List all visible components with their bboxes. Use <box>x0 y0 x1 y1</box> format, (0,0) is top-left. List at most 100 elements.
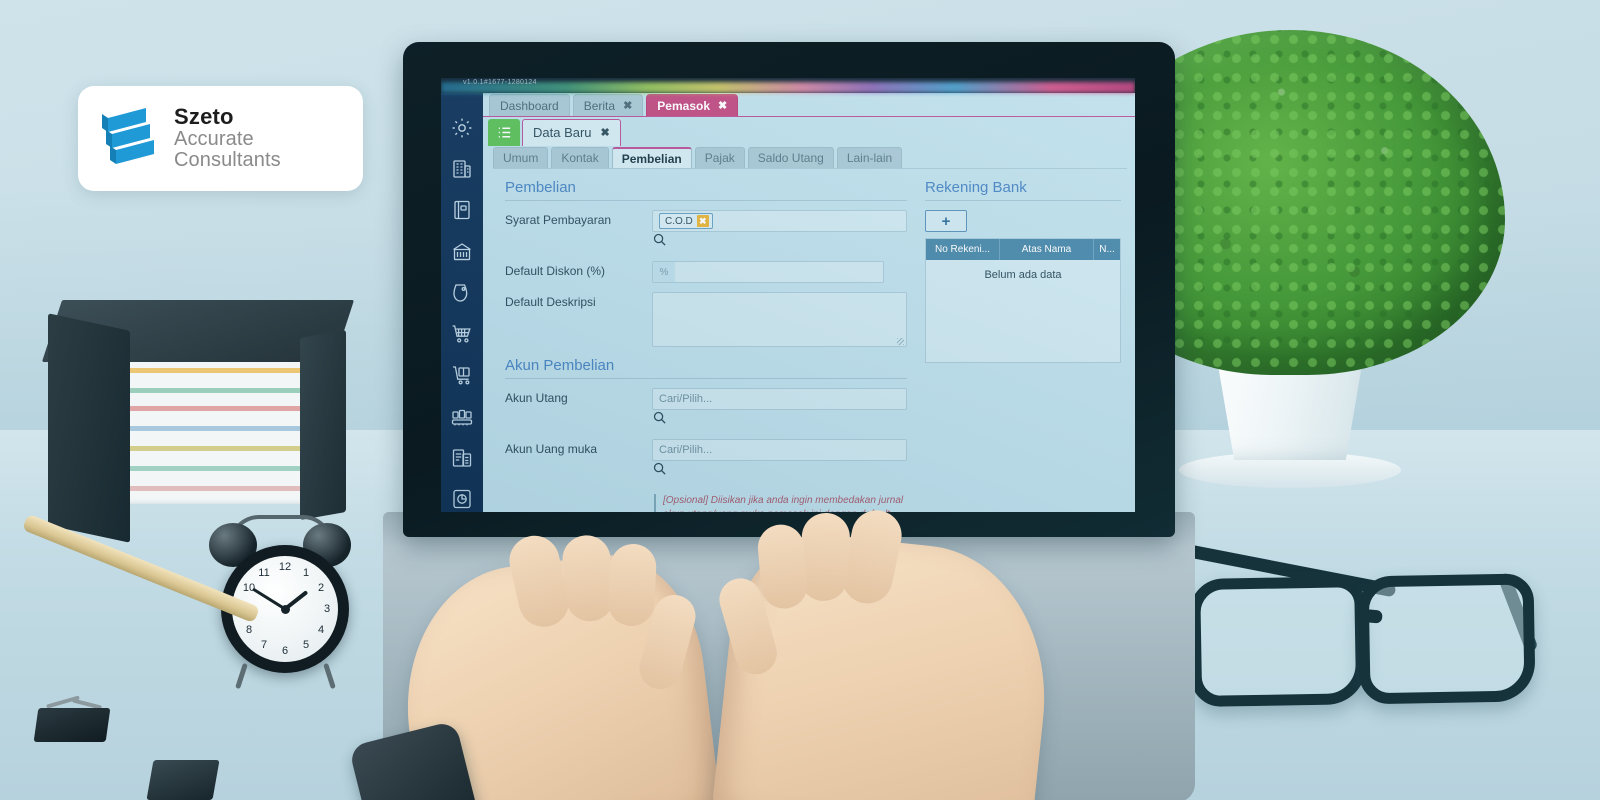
delivery-cart-icon[interactable] <box>449 363 475 388</box>
glasses-lens-left <box>1189 576 1368 708</box>
app-version-label: v1.0.1#1677-1280124 <box>463 79 537 86</box>
company-building-icon[interactable] <box>449 156 475 181</box>
field-row-default-diskon: Default Diskon (%) % <box>505 261 907 283</box>
bank-icon[interactable] <box>449 239 475 264</box>
shopping-cart-icon[interactable] <box>449 321 475 346</box>
search-icon[interactable] <box>652 462 667 480</box>
clock-number: 2 <box>317 582 325 594</box>
selected-token[interactable]: C.O.D ✖ <box>659 213 713 229</box>
resize-handle[interactable] <box>897 338 904 345</box>
clock-number: 1 <box>302 567 310 579</box>
window-tab-pemasok[interactable]: Pemasok ✖ <box>646 94 739 117</box>
app-body: Dashboard Berita ✖ Pemasok ✖ Data Baru ✖… <box>441 93 1135 512</box>
form-content-panel: Pembelian Syarat Pembayaran C.O.D ✖ Defa… <box>493 168 1127 512</box>
finger <box>607 542 658 628</box>
column-header-atas-nama[interactable]: Atas Nama <box>1000 239 1094 260</box>
close-icon[interactable]: ✖ <box>718 99 727 112</box>
szeto-logo-mark <box>102 107 154 164</box>
tab-label: Umum <box>503 151 539 165</box>
field-row-default-deskripsi: Default Deskripsi <box>505 292 907 347</box>
tab-label: Pembelian <box>621 151 682 166</box>
app-main-area: Dashboard Berita ✖ Pemasok ✖ Data Baru ✖… <box>483 93 1135 512</box>
default-diskon-input[interactable]: % <box>652 261 884 283</box>
section-title-pembelian: Pembelian <box>505 179 576 196</box>
window-tab-dashboard[interactable]: Dashboard <box>489 94 570 117</box>
column-header-no-rekening[interactable]: No Rekeni... <box>926 239 1000 260</box>
window-tab-label: Berita <box>583 98 616 113</box>
clock-number: 5 <box>302 639 310 651</box>
clock-number: 7 <box>260 639 268 651</box>
tab-lain-lain[interactable]: Lain-lain <box>836 147 903 168</box>
akun-uang-muka-input[interactable]: Cari/Pilih... <box>652 439 907 461</box>
gear-icon[interactable] <box>449 115 475 140</box>
default-deskripsi-textarea[interactable] <box>652 292 907 347</box>
field-row-hint: [Opsional] Diisikan jika anda ingin memb… <box>505 490 907 512</box>
inner-tab-bar: Umum Kontak Pembelian Pajak Saldo Utang … <box>483 145 1135 168</box>
tab-pembelian[interactable]: Pembelian <box>611 147 692 168</box>
close-icon[interactable]: ✖ <box>623 99 632 112</box>
finger <box>755 522 810 611</box>
tab-label: Lain-lain <box>846 151 893 165</box>
add-bank-account-button[interactable]: + <box>925 210 967 232</box>
tab-pajak[interactable]: Pajak <box>694 147 745 168</box>
section-divider <box>925 200 1121 201</box>
window-tab-label: Dashboard <box>500 98 559 113</box>
field-label: Akun Utang <box>505 391 568 405</box>
akun-utang-input[interactable]: Cari/Pilih... <box>652 388 907 410</box>
laptop-screen: v1.0.1#1677-1280124 Dashboard Berita ✖ P… <box>441 78 1135 512</box>
window-tab-berita[interactable]: Berita ✖ <box>572 94 644 117</box>
app-sidebar <box>441 93 483 512</box>
field-control: % <box>652 261 884 283</box>
tab-label: Saldo Utang <box>757 151 824 165</box>
field-label: Syarat Pembayaran <box>505 213 612 227</box>
glasses-lens-right <box>1357 573 1536 705</box>
logo-company-subtitle: Accurate Consultants <box>174 127 281 172</box>
section-title-akun-pembelian: Akun Pembelian <box>505 357 615 374</box>
table-empty-body <box>926 290 1120 362</box>
tab-label: Kontak <box>561 151 599 165</box>
app-header-gradient <box>441 82 1135 93</box>
clock-leg-left <box>235 662 248 690</box>
clock-number: 4 <box>317 624 325 636</box>
field-row-syarat-pembayaran: Syarat Pembayaran C.O.D ✖ <box>505 210 907 252</box>
list-icon[interactable] <box>488 118 520 146</box>
tab-saldo-utang[interactable]: Saldo Utang <box>747 147 834 168</box>
document-tab-data-baru[interactable]: Data Baru ✖ <box>522 118 621 146</box>
clock-number: 3 <box>323 603 331 615</box>
clock-number: 11 <box>258 567 270 579</box>
search-icon[interactable] <box>652 233 667 251</box>
finger <box>560 533 616 624</box>
field-control: Cari/Pilih... <box>652 439 907 481</box>
tax-document-icon[interactable] <box>449 445 475 470</box>
report-chart-icon[interactable] <box>449 487 475 512</box>
section-divider <box>505 200 907 201</box>
tab-umum[interactable]: Umum <box>493 147 549 168</box>
clock-number: 12 <box>278 561 292 573</box>
window-tab-bar: Dashboard Berita ✖ Pemasok ✖ <box>483 93 1135 118</box>
glasses-bridge <box>1355 608 1383 624</box>
bank-accounts-table: No Rekeni... Atas Nama N... Belum ada da… <box>925 238 1121 363</box>
close-icon[interactable]: ✖ <box>696 215 709 227</box>
app-title-bar: v1.0.1#1677-1280124 <box>441 78 1135 93</box>
tab-kontak[interactable]: Kontak <box>551 147 609 168</box>
table-empty-message: Belum ada data <box>984 269 1062 281</box>
akun-uang-muka-placeholder: Cari/Pilih... <box>659 444 713 456</box>
logo-wordmark: Szeto Accurate Consultants <box>174 105 343 172</box>
book-icon[interactable] <box>449 198 475 223</box>
clock-number: 6 <box>281 645 289 657</box>
window-tab-label: Pemasok <box>657 98 710 113</box>
search-icon[interactable] <box>652 411 667 429</box>
token-label: C.O.D <box>665 215 693 227</box>
price-tag-icon[interactable] <box>449 280 475 305</box>
hint-accent-bar <box>654 494 656 512</box>
production-line-icon[interactable] <box>449 404 475 429</box>
document-tab-label: Data Baru <box>533 125 592 141</box>
clock-leg-right <box>323 662 336 690</box>
close-icon[interactable]: ✖ <box>601 126 610 139</box>
document-tab-row: Data Baru ✖ <box>483 117 1135 146</box>
memo-paper-stack <box>98 344 326 504</box>
column-header-nama-bank[interactable]: N... <box>1094 239 1120 260</box>
section-title-rekening-bank: Rekening Bank <box>925 179 1027 196</box>
syarat-pembayaran-input[interactable]: C.O.D ✖ <box>652 210 907 232</box>
field-label-spacer <box>505 490 652 493</box>
